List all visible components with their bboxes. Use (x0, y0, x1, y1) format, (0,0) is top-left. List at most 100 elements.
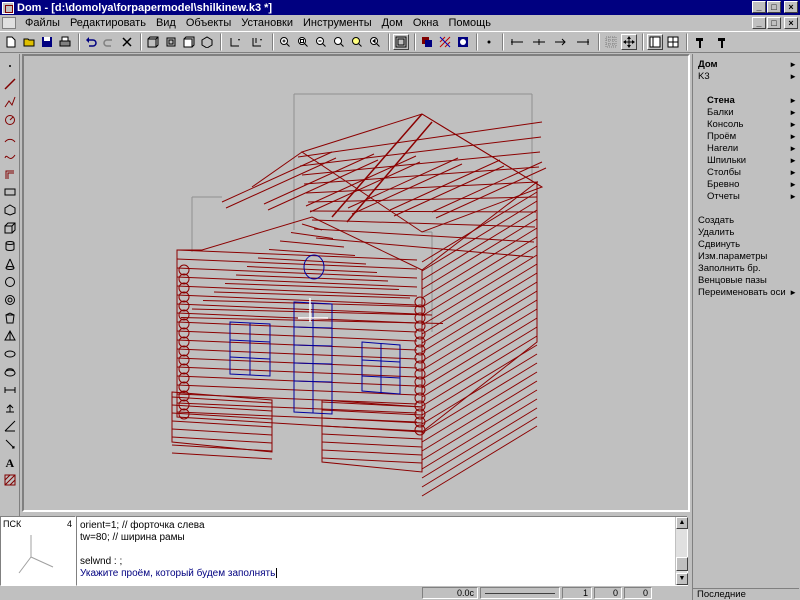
doc-restore-button[interactable]: □ (767, 17, 781, 29)
app-icon[interactable] (2, 1, 14, 14)
move-icon[interactable] (621, 34, 637, 50)
zoom-out-icon[interactable] (313, 34, 329, 50)
text-tool-icon[interactable]: A (2, 454, 18, 470)
zoom-all-icon[interactable] (331, 34, 347, 50)
console-prompt-line[interactable]: Укажите проём, который будем заполнять (80, 568, 684, 580)
view-frame-icon[interactable] (393, 34, 409, 50)
snap-dropdown-icon[interactable] (225, 34, 245, 50)
dimension-tool-icon[interactable] (2, 382, 18, 398)
rp-command-fill-logs[interactable]: Заполнить бр. (693, 263, 800, 275)
model-viewport[interactable] (22, 54, 690, 512)
line-tool-icon[interactable] (2, 76, 18, 92)
box-view-3-icon[interactable] (181, 34, 197, 50)
rp-item-wall[interactable]: Стена ► (693, 95, 800, 107)
rp-item-console[interactable]: Консоль ► (693, 119, 800, 131)
rp-item-posts[interactable]: Столбы ► (693, 167, 800, 179)
maximize-button[interactable]: □ (767, 1, 781, 13)
menu-tools[interactable]: Инструменты (298, 17, 377, 29)
dimension-arrow-icon[interactable] (551, 34, 571, 50)
pyramid-tool-icon[interactable] (2, 328, 18, 344)
hatch-tool-icon[interactable] (2, 472, 18, 488)
minimize-button[interactable]: _ (752, 1, 766, 13)
zoom-previous-icon[interactable] (367, 34, 383, 50)
doc-close-button[interactable]: × (784, 17, 798, 29)
single-view-icon[interactable] (647, 34, 663, 50)
rp-item-k3[interactable]: K3 ► (693, 71, 800, 83)
rp-command-move[interactable]: Сдвинуть (693, 239, 800, 251)
rp-command-edit-params[interactable]: Изм.параметры (693, 251, 800, 263)
angle-tool-icon[interactable] (2, 418, 18, 434)
save-icon[interactable] (39, 34, 55, 50)
grid-snap-icon[interactable] (603, 34, 619, 50)
box-tool-icon[interactable] (2, 220, 18, 236)
box-view-icon[interactable] (145, 34, 161, 50)
offset-tool-icon[interactable] (2, 166, 18, 182)
dimension-center-icon[interactable] (529, 34, 549, 50)
house-wireframe[interactable] (24, 56, 688, 510)
level-tool-icon[interactable] (2, 400, 18, 416)
menu-house[interactable]: Дом (377, 17, 408, 29)
point-tool-icon[interactable] (2, 58, 18, 74)
circle-tool-icon[interactable] (2, 112, 18, 128)
close-button[interactable]: × (784, 1, 798, 13)
prism-tool-icon[interactable] (2, 310, 18, 326)
arc-tool-icon[interactable] (2, 130, 18, 146)
delete-icon[interactable] (119, 34, 135, 50)
command-console[interactable]: orient=1; // форточка слева tw=80; // ши… (76, 516, 688, 586)
new-file-icon[interactable] (3, 34, 19, 50)
layers-icon[interactable] (419, 34, 435, 50)
polygon-tool-icon[interactable] (2, 202, 18, 218)
rp-item-opening[interactable]: Проём ► (693, 131, 800, 143)
extrude-tool-icon[interactable] (2, 346, 18, 362)
dimension-right-icon[interactable] (573, 34, 593, 50)
rectangle-tool-icon[interactable] (2, 184, 18, 200)
dimension-left-icon[interactable] (507, 34, 527, 50)
scroll-down-icon[interactable]: ▼ (676, 573, 688, 585)
menu-settings[interactable]: Установки (236, 17, 298, 29)
rp-command-rename-axes[interactable]: Переименовать оси ► (693, 287, 800, 299)
scroll-up-icon[interactable]: ▲ (676, 517, 688, 529)
open-folder-icon[interactable] (21, 34, 37, 50)
hatch-icon[interactable] (437, 34, 453, 50)
zoom-in-icon[interactable] (277, 34, 293, 50)
zoom-window-icon[interactable] (295, 34, 311, 50)
menu-edit[interactable]: Редактировать (65, 17, 151, 29)
zoom-extents-icon[interactable] (349, 34, 365, 50)
scroll-thumb[interactable] (676, 557, 688, 571)
hammer-dropdown-icon[interactable] (713, 34, 733, 50)
print-icon[interactable] (57, 34, 73, 50)
menu-file[interactable]: Файлы (20, 17, 65, 29)
revolve-tool-icon[interactable] (2, 364, 18, 380)
console-scrollbar[interactable]: ▲ ▼ (675, 517, 688, 585)
rp-command-create[interactable]: Создать (693, 215, 800, 227)
spline-tool-icon[interactable] (2, 148, 18, 164)
rp-item-house[interactable]: Дом ► (693, 59, 800, 71)
hammer-icon[interactable] (691, 34, 711, 50)
rp-command-crown-grooves[interactable]: Венцовые пазы (693, 275, 800, 287)
menu-view[interactable]: Вид (151, 17, 181, 29)
cone-tool-icon[interactable] (2, 256, 18, 272)
radius-tool-icon[interactable] (2, 436, 18, 452)
rp-item-dowels[interactable]: Нагели ► (693, 143, 800, 155)
document-icon[interactable] (2, 17, 16, 29)
point-icon[interactable] (481, 34, 497, 50)
doc-minimize-button[interactable]: _ (752, 17, 766, 29)
render-icon[interactable] (455, 34, 471, 50)
rp-item-beams[interactable]: Балки ► (693, 107, 800, 119)
menu-windows[interactable]: Окна (408, 17, 444, 29)
redo-icon[interactable] (101, 34, 117, 50)
rp-item-studs[interactable]: Шпильки ► (693, 155, 800, 167)
split-view-icon[interactable] (665, 34, 681, 50)
snap-dropdown-2-icon[interactable] (247, 34, 267, 50)
sphere-tool-icon[interactable] (2, 274, 18, 290)
undo-icon[interactable] (83, 34, 99, 50)
polyline-tool-icon[interactable] (2, 94, 18, 110)
rp-recent[interactable]: Последние (693, 588, 799, 600)
box-view-4-icon[interactable] (199, 34, 215, 50)
torus-tool-icon[interactable] (2, 292, 18, 308)
menu-help[interactable]: Помощь (443, 17, 496, 29)
rp-item-log[interactable]: Бревно ► (693, 179, 800, 191)
menu-objects[interactable]: Объекты (181, 17, 236, 29)
box-view-2-icon[interactable] (163, 34, 179, 50)
rp-command-delete[interactable]: Удалить (693, 227, 800, 239)
